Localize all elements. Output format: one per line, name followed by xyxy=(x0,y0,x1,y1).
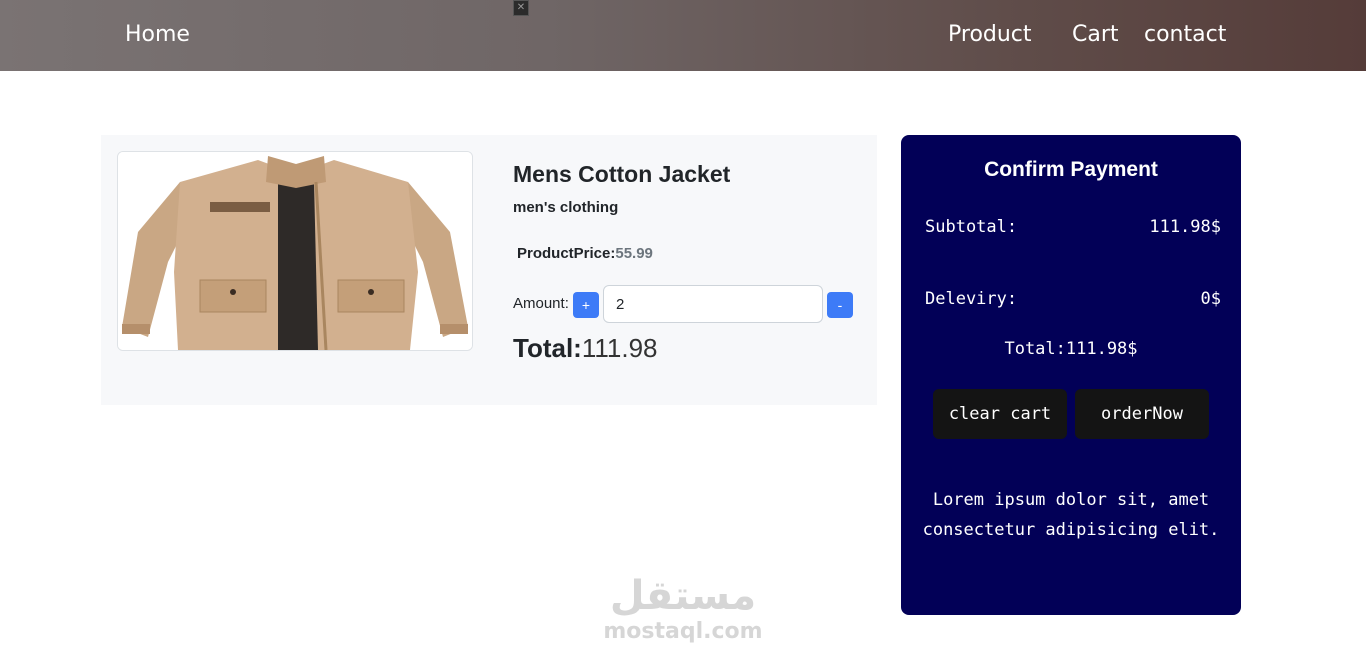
delivery-value: 0$ xyxy=(1200,289,1221,309)
payment-note: Lorem ipsum dolor sit, amet consectetur … xyxy=(922,490,1220,540)
subtotal-label: Subtotal: xyxy=(925,217,1018,237)
navbar: Home ✕ Product Cart contact xyxy=(0,0,1366,71)
nav-product-link[interactable]: Product xyxy=(948,22,1032,47)
item-total-label: Total: xyxy=(513,333,582,363)
amount-row: Amount: + - xyxy=(513,285,863,323)
product-title: Mens Cotton Jacket xyxy=(513,161,731,187)
broken-image-icon: ✕ xyxy=(513,0,529,16)
quantity-input[interactable] xyxy=(603,285,823,323)
product-price-label: ProductPrice: xyxy=(517,245,616,262)
nav-contact-link[interactable]: contact xyxy=(1144,22,1226,47)
delivery-label: Deleviry: xyxy=(925,289,1018,309)
product-price-value: 55.99 xyxy=(615,245,653,262)
mostaql-watermark: مستقل mostaql.com xyxy=(598,572,768,644)
payment-total: Total:111.98$ xyxy=(1004,339,1138,359)
product-price: ProductPrice:55.99 xyxy=(517,245,653,262)
clear-cart-button[interactable]: clear cart xyxy=(933,389,1067,439)
increase-quantity-button[interactable]: + xyxy=(573,292,599,318)
watermark-arabic: مستقل xyxy=(609,573,757,619)
order-now-button[interactable]: orderNow xyxy=(1075,389,1209,439)
confirm-payment-panel: Confirm Payment Subtotal: 111.98$ Delevi… xyxy=(901,135,1241,615)
product-category: men's clothing xyxy=(513,199,619,216)
jacket-image-icon xyxy=(118,152,472,350)
watermark-latin: mostaql.com xyxy=(603,619,763,644)
payment-title: Confirm Payment xyxy=(984,158,1158,181)
cart-item-card: Mens Cotton Jacket men's clothing Produc… xyxy=(101,135,877,405)
item-total-value: 111.98 xyxy=(581,333,658,363)
product-image xyxy=(117,151,473,351)
item-total: Total:111.98 xyxy=(513,333,658,364)
nav-home-link[interactable]: Home xyxy=(125,22,190,47)
subtotal-value: 111.98$ xyxy=(1149,217,1221,237)
decrease-quantity-button[interactable]: - xyxy=(827,292,853,318)
amount-label: Amount: xyxy=(513,295,569,312)
nav-cart-link[interactable]: Cart xyxy=(1072,22,1119,47)
